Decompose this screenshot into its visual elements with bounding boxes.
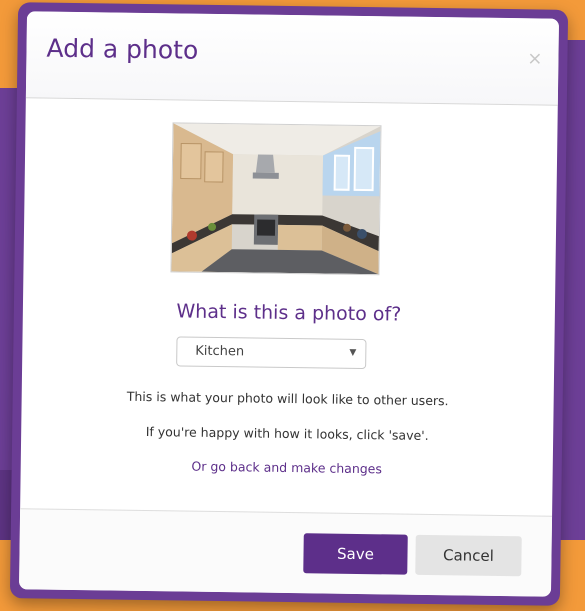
save-instruction-text: If you're happy with how it looks, click… xyxy=(145,424,429,443)
modal-frame: Add a photo × What is this a photo of? K… xyxy=(9,2,569,606)
close-icon[interactable]: × xyxy=(527,48,542,69)
chevron-down-icon: ▼ xyxy=(349,347,357,358)
room-type-value: Kitchen xyxy=(195,343,245,360)
dialog-header: Add a photo × xyxy=(25,11,560,106)
kitchen-photo-image xyxy=(171,123,381,275)
go-back-link[interactable]: Or go back and make changes xyxy=(21,456,553,478)
kitchen-photo-preview xyxy=(170,122,382,276)
add-photo-dialog: Add a photo × What is this a photo of? K… xyxy=(18,11,560,597)
cancel-button[interactable]: Cancel xyxy=(415,534,522,577)
dialog-title: Add a photo xyxy=(46,33,199,65)
preview-info-text: This is what your photo will look like t… xyxy=(126,388,449,409)
photo-question: What is this a photo of? xyxy=(176,300,402,326)
dialog-footer: Save Cancel xyxy=(18,508,553,597)
dialog-body: What is this a photo of? Kitchen ▼ This … xyxy=(20,98,558,525)
room-type-select[interactable]: Kitchen ▼ xyxy=(176,336,367,370)
save-button[interactable]: Save xyxy=(303,533,408,575)
